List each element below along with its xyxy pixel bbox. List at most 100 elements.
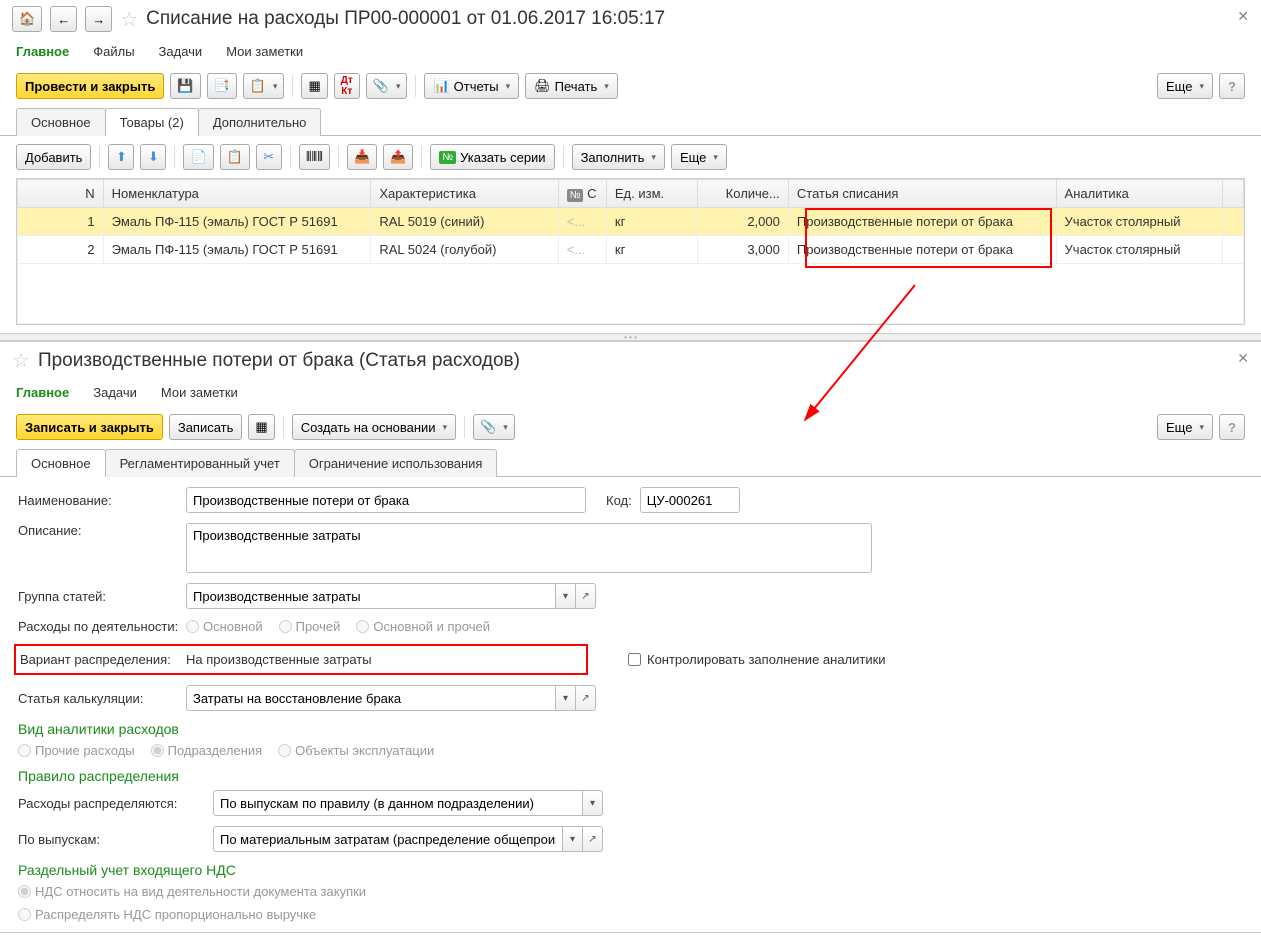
fill-button[interactable]: Заполнить — [572, 144, 665, 170]
question-icon: ? — [1228, 79, 1236, 94]
structure-button[interactable]: ▦ — [301, 73, 327, 99]
split-button[interactable]: ✂ — [256, 144, 282, 170]
table-row[interactable]: 1 Эмаль ПФ-115 (эмаль) ГОСТ Р 51691 RAL … — [18, 208, 1244, 236]
list-button[interactable]: ▦ — [248, 414, 274, 440]
activity-other-radio[interactable]: Прочей — [279, 619, 341, 634]
tab-main[interactable]: Основное — [16, 449, 106, 477]
save-icon: 💾 — [177, 78, 193, 94]
dropdown-button[interactable]: ▾ — [556, 583, 576, 609]
close-pane-button[interactable]: ✕ — [1237, 8, 1249, 25]
more-button[interactable]: Еще — [1157, 73, 1213, 99]
attach-button[interactable]: 📎 — [366, 73, 408, 99]
series-button[interactable]: №Указать серии — [430, 144, 554, 170]
separator — [99, 146, 100, 168]
pane-splitter[interactable]: • • • — [0, 333, 1261, 341]
operation-button[interactable]: 📋 — [243, 73, 285, 99]
nav-main[interactable]: Главное — [16, 44, 69, 59]
reports-button[interactable]: 📊Отчеты — [424, 73, 519, 99]
attach-icon: 📎 — [480, 419, 496, 435]
col-extra[interactable] — [1222, 180, 1244, 208]
col-analytics[interactable]: Аналитика — [1056, 180, 1222, 208]
attach-button[interactable]: 📎 — [473, 414, 515, 440]
nav-tasks[interactable]: Задачи — [159, 44, 203, 59]
import-button[interactable]: 📥 — [347, 144, 377, 170]
dropdown-button[interactable]: ▾ — [583, 790, 603, 816]
col-article[interactable]: Статья списания — [788, 180, 1056, 208]
tab-additional[interactable]: Дополнительно — [198, 108, 322, 136]
open-button[interactable]: ↗ — [576, 685, 596, 711]
variant-label: Вариант распределения: — [20, 652, 182, 667]
nav-notes[interactable]: Мои заметки — [226, 44, 303, 59]
col-n[interactable]: N — [18, 180, 104, 208]
open-button[interactable]: ↗ — [583, 826, 603, 852]
close-pane-button[interactable]: ✕ — [1237, 350, 1249, 367]
group-input[interactable] — [186, 583, 556, 609]
nav-notes[interactable]: Мои заметки — [161, 385, 238, 400]
more-table-button[interactable]: Еще — [671, 144, 727, 170]
copy-button[interactable]: 📄 — [183, 144, 213, 170]
create-based-button[interactable]: Создать на основании — [292, 414, 456, 440]
move-up-button[interactable]: ⬆ — [108, 144, 134, 170]
calc-input[interactable] — [186, 685, 556, 711]
attach-icon: 📎 — [373, 78, 389, 94]
favorite-star-icon[interactable]: ☆ — [120, 7, 138, 32]
activity-main-radio[interactable]: Основной — [186, 619, 263, 634]
nav-files[interactable]: Файлы — [93, 44, 134, 59]
tab-main[interactable]: Основное — [16, 108, 106, 136]
desc-textarea[interactable] — [186, 523, 872, 573]
post-button[interactable]: 📑 — [207, 73, 237, 99]
nav-main[interactable]: Главное — [16, 385, 69, 400]
help-button[interactable]: ? — [1219, 73, 1245, 99]
forward-button[interactable]: → — [85, 6, 112, 32]
goods-table[interactable]: N Номенклатура Характеристика № С Ед. из… — [17, 179, 1244, 324]
dtkt-button[interactable]: ДтКт — [334, 73, 360, 99]
export-icon: 📤 — [390, 149, 406, 165]
col-unit[interactable]: Ед. изм. — [606, 180, 697, 208]
barcode-button[interactable]: ⦀⦀⦀ — [299, 144, 330, 170]
save-button[interactable]: Записать — [169, 414, 243, 440]
name-input[interactable] — [186, 487, 586, 513]
nav-tasks[interactable]: Задачи — [93, 385, 137, 400]
print-button[interactable]: 🖨Печать — [525, 73, 618, 99]
open-button[interactable]: ↗ — [576, 583, 596, 609]
analytics-division-radio[interactable]: Подразделения — [151, 743, 263, 758]
dropdown-button[interactable]: ▾ — [556, 685, 576, 711]
separator — [283, 416, 284, 438]
group-label: Группа статей: — [18, 589, 186, 604]
dist-input[interactable] — [213, 790, 583, 816]
move-down-button[interactable]: ⬇ — [140, 144, 166, 170]
col-s[interactable]: № С — [558, 180, 606, 208]
col-nomenclature[interactable]: Номенклатура — [103, 180, 371, 208]
home-icon: 🏠 — [19, 11, 35, 27]
home-button[interactable]: 🏠 — [12, 6, 42, 32]
favorite-star-icon[interactable]: ☆ — [12, 348, 30, 373]
export-button[interactable]: 📤 — [383, 144, 413, 170]
analytics-other-radio[interactable]: Прочие расходы — [18, 743, 135, 758]
control-analytics-checkbox[interactable]: Контролировать заполнение аналитики — [628, 652, 886, 667]
col-quantity[interactable]: Количе... — [697, 180, 788, 208]
activity-both-radio[interactable]: Основной и прочей — [356, 619, 490, 634]
paste-button[interactable]: 📋 — [220, 144, 250, 170]
code-input[interactable] — [640, 487, 740, 513]
save-button[interactable]: 💾 — [170, 73, 200, 99]
add-row-button[interactable]: Добавить — [16, 144, 91, 170]
dropdown-button[interactable]: ▾ — [563, 826, 583, 852]
table-row[interactable]: 2 Эмаль ПФ-115 (эмаль) ГОСТ Р 51691 RAL … — [18, 236, 1244, 264]
col-characteristic[interactable]: Характеристика — [371, 180, 558, 208]
save-and-close-button[interactable]: Записать и закрыть — [16, 414, 163, 440]
issue-input[interactable] — [213, 826, 563, 852]
post-and-close-button[interactable]: Провести и закрыть — [16, 73, 164, 99]
analytics-objects-radio[interactable]: Объекты эксплуатации — [278, 743, 434, 758]
import-icon: 📥 — [354, 149, 370, 165]
more-button[interactable]: Еще — [1157, 414, 1213, 440]
back-button[interactable]: ← — [50, 6, 77, 32]
vat-activity-radio[interactable]: НДС относить на вид деятельности докумен… — [18, 884, 366, 899]
tab-regulated[interactable]: Регламентированный учет — [105, 449, 295, 477]
tab-restriction[interactable]: Ограничение использования — [294, 449, 498, 477]
separator — [338, 146, 339, 168]
print-icon: 🖨 — [534, 78, 551, 94]
vat-proportional-radio[interactable]: Распределять НДС пропорционально выручке — [18, 907, 316, 922]
help-button[interactable]: ? — [1219, 414, 1245, 440]
tab-goods[interactable]: Товары (2) — [105, 108, 199, 136]
arrow-down-icon: ⬇ — [148, 149, 159, 165]
